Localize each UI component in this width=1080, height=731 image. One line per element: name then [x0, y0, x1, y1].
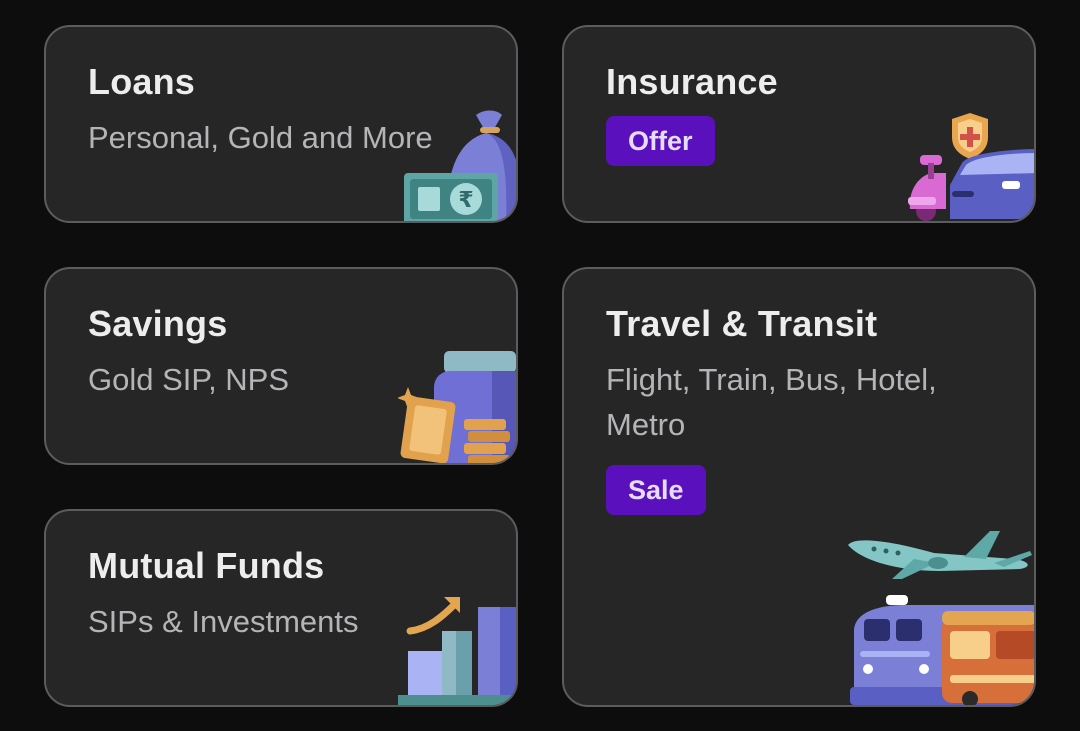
mutual-funds-title: Mutual Funds [88, 545, 325, 586]
travel-subtitle-line1: Flight, Train, Bus, Hotel, [606, 362, 937, 397]
travel-card[interactable]: Travel & Transit Flight, Train, Bus, Hot… [562, 267, 1036, 707]
sale-badge: Sale [606, 465, 706, 515]
loans-subtitle: Personal, Gold and More [88, 120, 433, 155]
growth-chart-icon [398, 597, 516, 705]
gold-jar-icon [398, 351, 516, 463]
travel-title: Travel & Transit [606, 303, 878, 344]
travel-subtitle-line2: Metro [606, 407, 686, 442]
loans-title: Loans [88, 61, 196, 102]
insurance-title: Insurance [606, 61, 778, 102]
mutual-funds-card[interactable]: Mutual Funds SIPs & Investments [44, 509, 518, 707]
svg-text:₹: ₹ [458, 188, 473, 213]
airplane-icon [848, 531, 1032, 579]
savings-title: Savings [88, 303, 228, 344]
money-bag-icon: ₹ [404, 110, 516, 221]
insurance-card[interactable]: Insurance Offer [562, 25, 1036, 223]
loans-card[interactable]: Loans Personal, Gold and More ₹ [44, 25, 518, 223]
vehicle-insurance-icon [908, 113, 1034, 221]
savings-card[interactable]: Savings Gold SIP, NPS [44, 267, 518, 465]
offer-badge: Offer [606, 116, 715, 166]
train-bus-icon [850, 595, 1034, 705]
mutual-funds-subtitle: SIPs & Investments [88, 604, 359, 639]
savings-subtitle: Gold SIP, NPS [88, 362, 290, 397]
